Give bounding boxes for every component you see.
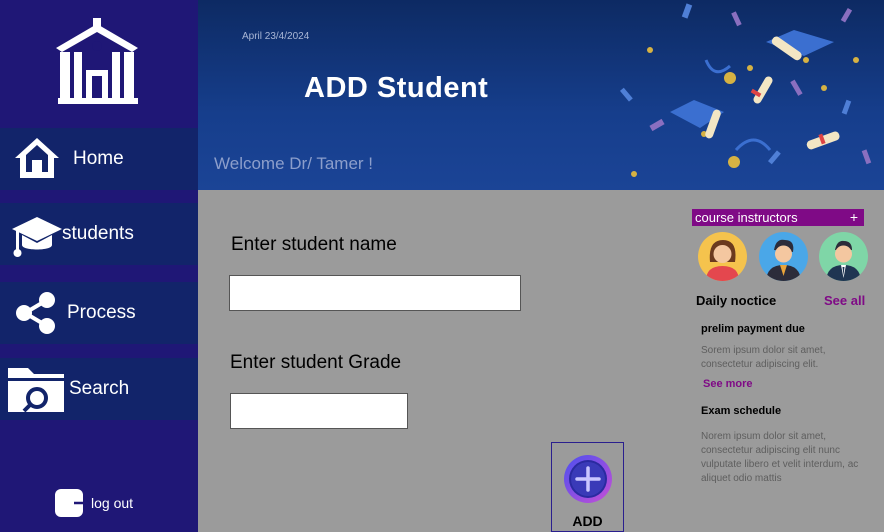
plus-circle-icon <box>564 455 612 503</box>
student-grade-label: Enter student Grade <box>230 352 402 373</box>
daily-notice-title: Daily noctice <box>696 293 777 308</box>
sidebar-item-students[interactable]: students <box>0 203 198 265</box>
logout-label: log out <box>91 495 134 511</box>
notice-title: Exam schedule <box>701 405 782 417</box>
course-instructors-header: course instructors + <box>692 209 864 226</box>
course-instructors-title: course instructors <box>695 210 798 225</box>
student-grade-input[interactable] <box>230 393 408 429</box>
sidebar-item-label: Home <box>73 148 124 169</box>
sidebar-item-label: Process <box>67 302 136 323</box>
student-name-input[interactable] <box>229 275 521 311</box>
notice-title: prelim payment due <box>701 323 805 335</box>
male-avatar-icon <box>766 239 801 281</box>
folder-search-icon <box>8 368 64 413</box>
sidebar-item-search[interactable]: Search <box>0 358 198 420</box>
graduation-cap-icon <box>12 217 62 257</box>
notice-body: Sorem ipsum dolor sit amet, consectetur … <box>701 345 826 370</box>
share-nodes-icon <box>16 292 55 334</box>
add-button-label: ADD <box>572 513 603 529</box>
add-student-button[interactable]: ADD <box>551 442 624 532</box>
instructor-avatar[interactable] <box>698 232 747 281</box>
graduation-decoration-icon <box>619 3 872 177</box>
sidebar-item-process[interactable]: Process <box>0 282 198 344</box>
notice-body: Norem ipsum dolor sit amet, consectetur … <box>701 431 859 484</box>
instructor-avatar[interactable] <box>819 232 868 281</box>
add-instructor-button[interactable]: + <box>850 209 858 225</box>
school-building-icon <box>56 18 138 104</box>
welcome-message: Welcome Dr/ Tamer ! <box>214 154 374 173</box>
logout-button[interactable]: log out <box>54 488 133 518</box>
see-all-link[interactable]: See all <box>824 293 865 308</box>
sidebar-item-home[interactable]: Home <box>0 128 198 190</box>
sidebar-item-label: students <box>62 223 134 244</box>
header-banner: April 23/4/2024 ADD Student Welcome Dr/ … <box>198 0 884 190</box>
sidebar: Home students Process Search log out <box>0 0 198 532</box>
instructor-avatar[interactable] <box>759 232 808 281</box>
student-name-label: Enter student name <box>231 234 397 255</box>
female-avatar-icon <box>706 240 739 281</box>
see-more-link[interactable]: See more <box>703 378 753 390</box>
date-label: April 23/4/2024 <box>242 31 310 42</box>
house-icon <box>15 138 59 178</box>
male-avatar-icon <box>826 240 861 281</box>
sidebar-item-label: Search <box>69 378 130 399</box>
page-title: ADD Student <box>304 72 489 104</box>
logout-icon <box>55 489 94 517</box>
